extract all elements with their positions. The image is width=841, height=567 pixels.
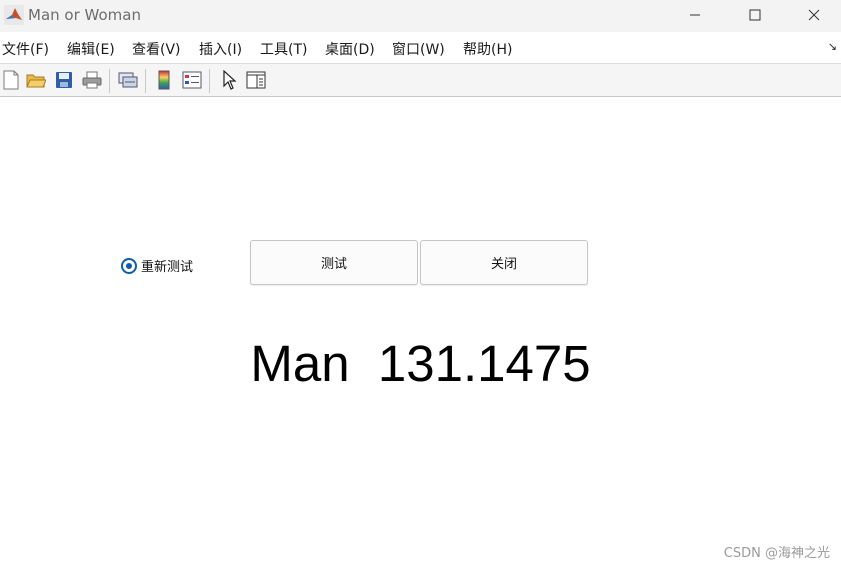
retest-radio-label: 重新测试: [141, 260, 194, 275]
close-button[interactable]: 关闭: [420, 240, 588, 285]
radio-selected-dot: [126, 262, 132, 269]
toolbar-separator: [209, 69, 210, 93]
print-icon[interactable]: [81, 69, 103, 91]
toolbar: [0, 63, 841, 97]
watermark: CSDN @海神之光: [723, 546, 830, 561]
maximize-icon: [749, 6, 761, 25]
menu-insert[interactable]: 插入(I): [199, 39, 242, 59]
matlab-logo-icon: [4, 5, 24, 25]
menu-desktop[interactable]: 桌面(D): [325, 39, 375, 59]
title-bar: Man or Woman: [0, 0, 841, 32]
toolbar-separator: [145, 69, 146, 93]
dock-arrow-icon[interactable]: ↘: [828, 40, 837, 53]
open-folder-icon[interactable]: [25, 69, 47, 91]
colorbar-icon[interactable]: [153, 69, 175, 91]
close-icon: [808, 6, 820, 25]
property-editor-icon[interactable]: [245, 69, 267, 91]
menu-bar: 文件(F) 编辑(E) 查看(V) 插入(I) 工具(T) 桌面(D) 窗口(W…: [0, 34, 841, 62]
toolbar-separator: [109, 69, 110, 93]
legend-icon[interactable]: [181, 69, 203, 91]
window-title: Man or Woman: [28, 6, 141, 24]
maximize-button[interactable]: [725, 0, 785, 30]
minimize-icon: [689, 6, 701, 25]
pointer-icon[interactable]: [218, 69, 240, 91]
save-icon[interactable]: [53, 69, 75, 91]
menu-window[interactable]: 窗口(W): [392, 39, 445, 59]
menu-edit[interactable]: 编辑(E): [67, 39, 115, 59]
menu-file[interactable]: 文件(F): [2, 39, 49, 59]
menu-help[interactable]: 帮助(H): [463, 39, 512, 59]
result-text: Man 131.1475: [250, 335, 591, 392]
minimize-button[interactable]: [665, 0, 725, 30]
test-button[interactable]: 测试: [250, 240, 418, 285]
link-plot-icon[interactable]: [117, 69, 139, 91]
menu-view[interactable]: 查看(V): [132, 39, 181, 59]
retest-radio[interactable]: 重新测试: [121, 256, 193, 275]
radio-indicator[interactable]: [121, 257, 137, 274]
close-window-button[interactable]: [784, 0, 841, 30]
new-figure-icon[interactable]: [0, 69, 22, 91]
menu-tools[interactable]: 工具(T): [260, 39, 307, 59]
